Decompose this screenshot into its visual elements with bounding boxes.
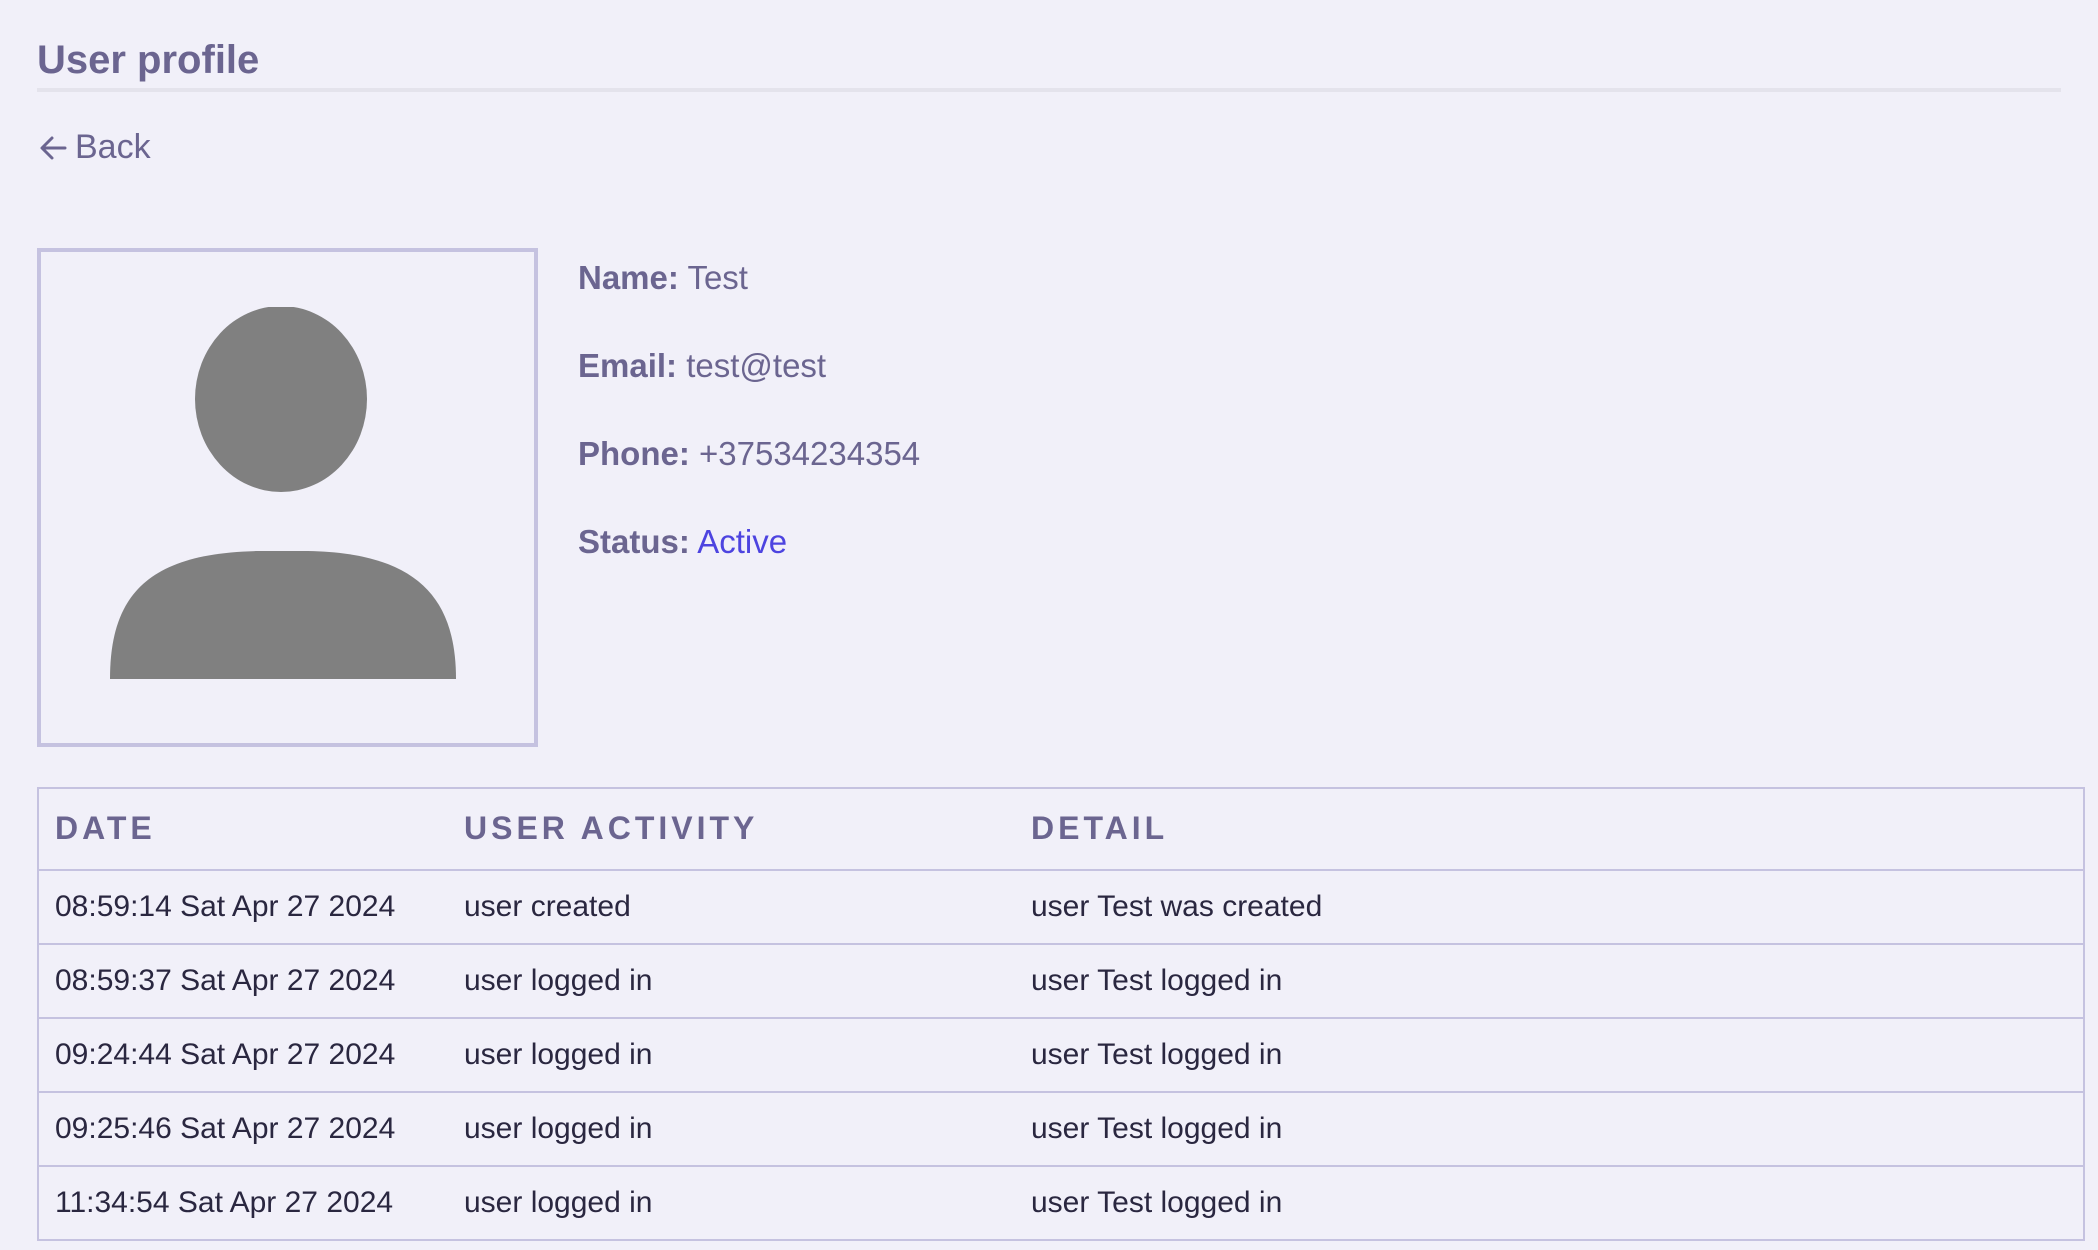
user-profile-page: User profile Back Name: Test Email: test… — [0, 0, 2098, 1250]
status-value: Active — [697, 522, 788, 560]
cell-date: 08:59:14 Sat Apr 27 2024 — [38, 869, 448, 945]
user-silhouette-icon — [109, 307, 456, 679]
cell-activity: user created — [448, 869, 1015, 945]
page-header: User profile — [37, 0, 2061, 92]
arrow-left-icon — [37, 131, 71, 165]
table-row: 08:59:14 Sat Apr 27 2024 user created us… — [38, 869, 2084, 945]
table-header-row: DATE USER ACTIVITY DETAIL — [38, 787, 2084, 871]
cell-date: 11:34:54 Sat Apr 27 2024 — [38, 1165, 448, 1241]
status-row: Status: Active — [578, 522, 920, 562]
email-row: Email: test@test — [578, 346, 920, 386]
name-row: Name: Test — [578, 258, 920, 298]
cell-activity: user logged in — [448, 1091, 1015, 1167]
profile-info: Name: Test Email: test@test Phone: +3753… — [578, 248, 920, 747]
profile-section: Name: Test Email: test@test Phone: +3753… — [37, 247, 2061, 747]
name-label: Name: — [578, 258, 679, 296]
cell-date: 09:25:46 Sat Apr 27 2024 — [38, 1091, 448, 1167]
status-label: Status: — [578, 522, 690, 560]
phone-row: Phone: +37534234354 — [578, 434, 920, 474]
cell-detail: user Test was created — [1015, 869, 2084, 945]
table-row: 09:25:46 Sat Apr 27 2024 user logged in … — [38, 1091, 2084, 1167]
email-label: Email: — [578, 346, 678, 384]
cell-detail: user Test logged in — [1015, 943, 2084, 1019]
avatar — [37, 247, 538, 747]
phone-value: +37534234354 — [699, 434, 921, 472]
cell-activity: user logged in — [448, 1165, 1015, 1241]
table-row: 11:34:54 Sat Apr 27 2024 user logged in … — [38, 1165, 2084, 1241]
back-button[interactable]: Back — [37, 128, 151, 167]
cell-activity: user logged in — [448, 943, 1015, 1019]
phone-label: Phone: — [578, 434, 690, 472]
cell-detail: user Test logged in — [1015, 1091, 2084, 1167]
table-row: 08:59:37 Sat Apr 27 2024 user logged in … — [38, 943, 2084, 1019]
table-row: 09:24:44 Sat Apr 27 2024 user logged in … — [38, 1017, 2084, 1093]
cell-date: 09:24:44 Sat Apr 27 2024 — [38, 1017, 448, 1093]
back-label: Back — [75, 128, 151, 166]
activity-table: DATE USER ACTIVITY DETAIL 08:59:14 Sat A… — [37, 786, 2085, 1241]
cell-detail: user Test logged in — [1015, 1017, 2084, 1093]
column-header-date: DATE — [38, 787, 448, 871]
name-value: Test — [687, 258, 748, 296]
email-value: test@test — [686, 346, 827, 384]
cell-detail: user Test logged in — [1015, 1165, 2084, 1241]
column-header-user-activity: USER ACTIVITY — [448, 787, 1015, 871]
cell-activity: user logged in — [448, 1017, 1015, 1093]
page-title: User profile — [37, 38, 260, 82]
cell-date: 08:59:37 Sat Apr 27 2024 — [38, 943, 448, 1019]
column-header-detail: DETAIL — [1015, 787, 2084, 871]
